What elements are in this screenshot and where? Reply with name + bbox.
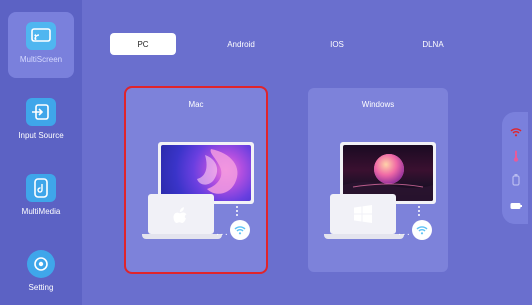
device-card-windows[interactable]: Windows ··· [308,88,448,272]
laptop-base [324,234,404,239]
connection-dots-vertical [236,206,238,218]
input-source-icon [26,98,56,126]
sidebar-item-multimedia[interactable]: MultiMedia [8,164,74,230]
screen-cast-icon [26,22,56,50]
tab-dlna[interactable]: DLNA [400,33,466,55]
mac-wallpaper [161,145,251,201]
tab-android[interactable]: Android [208,33,274,55]
laptop-illustration [330,194,396,234]
laptop-illustration [148,194,214,234]
card-title: Windows [361,100,395,109]
apple-icon [173,207,187,223]
battery-icon [510,200,522,212]
sidebar: MultiScreen Input Source MultiMedia Sett… [0,0,82,305]
laptop-base [142,234,222,239]
wifi-icon [412,220,432,240]
connection-dots: ··· [398,229,411,240]
thermometer-icon [510,150,522,162]
sidebar-item-setting[interactable]: Setting [8,240,74,305]
sidebar-item-label: Setting [28,283,54,292]
tab-pc[interactable]: PC [110,33,176,55]
sidebar-item-label: MultiScreen [19,55,63,64]
windows-icon [354,205,372,223]
multimedia-icon [26,174,56,202]
connection-dots: ··· [216,229,229,240]
connection-dots-vertical [418,206,420,218]
windows-wallpaper [343,145,433,201]
sidebar-item-input-source[interactable]: Input Source [8,88,74,154]
sidebar-item-label: MultiMedia [21,207,61,216]
tab-ios[interactable]: IOS [304,33,370,55]
gear-icon [27,250,55,278]
card-title: Mac [188,100,204,109]
status-rail [502,112,528,224]
sidebar-item-multiscreen[interactable]: MultiScreen [8,12,74,78]
usb-icon [510,174,522,186]
wifi-icon [230,220,250,240]
device-card-mac[interactable]: Mac ··· [124,86,268,274]
wifi-icon [510,126,522,138]
sidebar-item-label: Input Source [18,131,64,140]
